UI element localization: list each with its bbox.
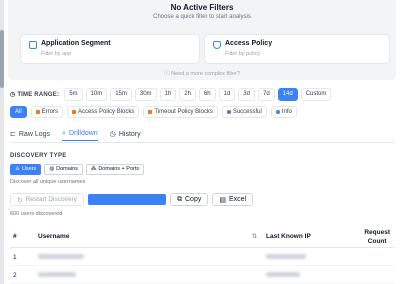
- table-row[interactable]: 1: [10, 248, 394, 266]
- quick-filter-application-segment[interactable]: Application Segment Filter by app: [20, 34, 200, 64]
- time-chip-7d[interactable]: 7d: [257, 88, 275, 101]
- complex-filter-link[interactable]: ⓘ Need a more complex filter?: [8, 69, 396, 77]
- search-icon: ⌕: [62, 129, 66, 137]
- tab-raw-logs[interactable]: ⊏ Raw Logs: [10, 127, 50, 141]
- successful-dot-icon: [226, 110, 231, 114]
- redacted-username: [38, 272, 76, 277]
- time-chip-6h[interactable]: 6h: [198, 88, 216, 101]
- time-range-bar: ◷ TIME RANGE: 5m 10m 15m 30m 1h 2h 6h 1d…: [10, 88, 332, 101]
- no-filters-subtitle: Choose a quick filter to start analysis: [153, 14, 251, 20]
- category-access-policy-blocks-button[interactable]: Access Policy Blocks: [67, 106, 140, 118]
- no-filters-title: No Active Filters: [170, 3, 234, 12]
- user-icon: ♙: [15, 166, 20, 172]
- discovery-type-selector: ♙ Users ◍ Domains ⁂ Domains + Ports: [10, 164, 145, 175]
- redacted-ip: [266, 254, 306, 259]
- quick-filter-access-policy[interactable]: Access Policy Filter by policy: [204, 34, 390, 64]
- time-chip-15m[interactable]: 15m: [110, 88, 132, 101]
- quick-filter-subtitle: Filter by policy: [225, 51, 261, 57]
- discovery-hint: Discover all unique usernames: [10, 179, 86, 185]
- time-chip-custom[interactable]: Custom: [300, 88, 332, 101]
- errors-dot-icon: [35, 110, 40, 114]
- info-dot-icon: [275, 110, 280, 114]
- column-header-number: #: [13, 233, 17, 240]
- quick-filter-title: Access Policy: [225, 40, 273, 47]
- time-chip-10m[interactable]: 10m: [85, 88, 108, 101]
- category-timeout-policy-blocks-button[interactable]: Timeout Policy Blocks: [143, 106, 218, 118]
- spreadsheet-icon: ▤: [219, 196, 226, 204]
- tab-divider: [10, 142, 394, 143]
- table-row[interactable]: 2: [10, 266, 394, 284]
- category-all-button[interactable]: All: [10, 106, 27, 118]
- time-chip-1h[interactable]: 1h: [159, 88, 177, 101]
- time-chip-1d[interactable]: 1d: [218, 88, 236, 101]
- time-chip-14d[interactable]: 14d: [277, 88, 298, 101]
- clock-icon: ◷: [109, 131, 116, 138]
- restart-discovery-button[interactable]: ↻ Restart Discovery: [10, 193, 84, 206]
- users-table: # Username ⇅ Last Known IP Request Count…: [10, 226, 394, 284]
- column-header-request-count[interactable]: Request Count: [364, 228, 390, 246]
- category-info-button[interactable]: Info: [270, 106, 297, 118]
- copy-button[interactable]: ⧉ Copy: [170, 193, 209, 206]
- quick-filter-subtitle: Filter by app: [41, 51, 72, 57]
- tab-history[interactable]: ◷ History: [110, 127, 141, 141]
- time-chip-3d[interactable]: 3d: [238, 88, 255, 101]
- tab-drilldown[interactable]: ⌕ Drilldown: [62, 127, 98, 141]
- redacted-ip: [266, 272, 300, 277]
- category-successful-button[interactable]: Successful: [221, 106, 267, 118]
- view-tabs: ⊏ Raw Logs ⌕ Drilldown ◷ History: [10, 127, 141, 141]
- redacted-username: [38, 254, 84, 259]
- copy-icon: ⧉: [177, 195, 182, 203]
- scrollbar-track[interactable]: [0, 0, 4, 284]
- time-chip-30m[interactable]: 30m: [134, 88, 157, 101]
- time-chip-5m[interactable]: 5m: [64, 88, 83, 101]
- category-errors-button[interactable]: Errors: [30, 106, 64, 118]
- excel-button[interactable]: ▤ Excel: [212, 193, 254, 206]
- discovered-count: 600 users discovered: [10, 211, 63, 217]
- access-block-dot-icon: [72, 110, 77, 114]
- complex-filter-label: Need a more complex filter?: [171, 71, 240, 77]
- discovery-type-title: DISCOVERY TYPE: [10, 153, 67, 159]
- code-icon: ⊏: [10, 131, 16, 138]
- discovery-users-button[interactable]: ♙ Users: [10, 164, 42, 175]
- row-number: 1: [13, 254, 17, 261]
- time-chip-2h[interactable]: 2h: [179, 88, 196, 101]
- column-header-last-ip[interactable]: Last Known IP: [266, 233, 311, 240]
- refresh-icon: ↻: [17, 196, 23, 204]
- time-range-label: ◷ TIME RANGE:: [10, 92, 60, 98]
- shield-icon: [213, 41, 221, 49]
- scrollbar-thumb[interactable]: [0, 30, 4, 88]
- discovery-actions: ↻ Restart Discovery ⧉ Copy ▤ Excel: [10, 193, 254, 206]
- filter-panel: No Active Filters Choose a quick filter …: [8, 0, 396, 80]
- discovery-progress-bar: [88, 194, 166, 205]
- discovery-domains-ports-button[interactable]: ⁂ Domains + Ports: [85, 164, 145, 175]
- row-number: 2: [13, 272, 17, 279]
- network-icon: ⁂: [90, 166, 97, 172]
- timeout-block-dot-icon: [148, 110, 153, 114]
- app-segment-icon: [29, 41, 37, 49]
- table-header: # Username ⇅ Last Known IP Request Count: [10, 226, 394, 248]
- discovery-domains-button[interactable]: ◍ Domains: [44, 164, 83, 175]
- category-filter-bar: All Errors Access Policy Blocks Timeout …: [10, 106, 297, 118]
- globe-icon: ◍: [49, 166, 55, 172]
- column-header-username[interactable]: Username: [38, 233, 69, 240]
- discovery-progress-fill: [88, 194, 166, 205]
- quick-filter-title: Application Segment: [41, 40, 111, 47]
- sort-icon[interactable]: ⇅: [252, 233, 257, 240]
